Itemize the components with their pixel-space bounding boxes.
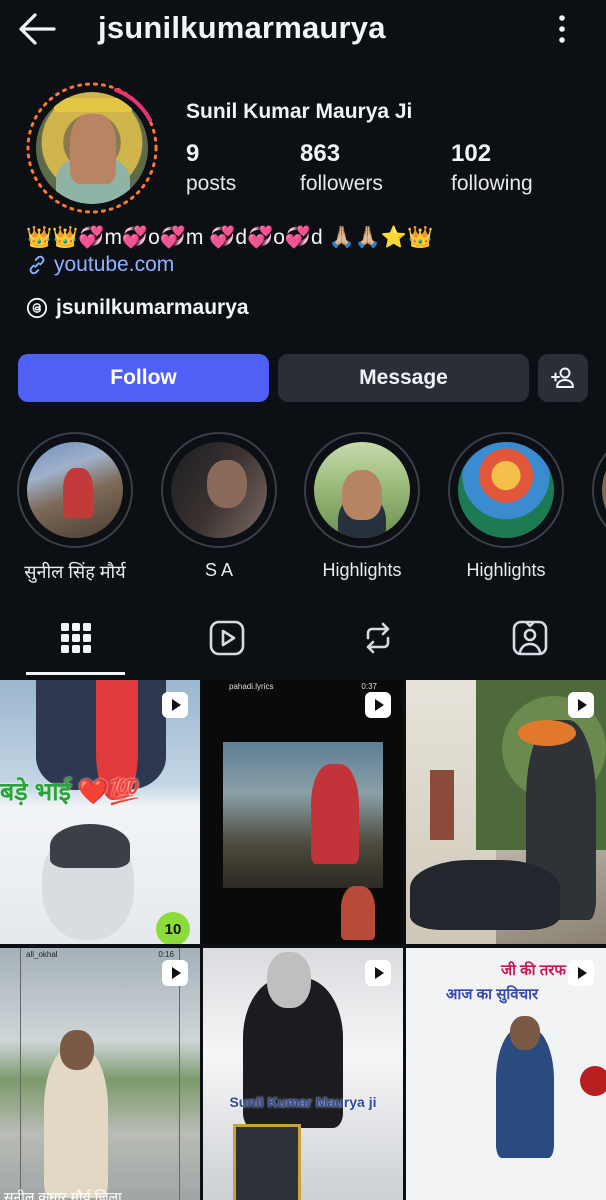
posts-count-label: posts	[186, 172, 237, 195]
highlight-item[interactable]: सु	[585, 432, 606, 584]
reposts-icon[interactable]	[358, 618, 398, 658]
posts-count: 9 posts	[186, 140, 236, 196]
post-caption: जी की तरफ	[500, 962, 566, 979]
profile-username: jsunilkumarmaurya	[98, 10, 386, 45]
highlight-label: सु	[585, 560, 606, 584]
highlight-label: Highlights	[322, 560, 402, 580]
active-tab-indicator	[26, 672, 125, 675]
post-badge: 10	[156, 912, 190, 944]
following-count-value: 102	[451, 140, 492, 167]
posts-grid: बड़े भाई ❤️💯 10 pahadi.lyrics 0:37 all_o…	[0, 680, 606, 1200]
follow-button[interactable]: Follow	[18, 354, 269, 402]
display-name: Sunil Kumar Maurya Ji	[186, 100, 413, 123]
post-thumbnail[interactable]	[406, 680, 606, 944]
post-thumbnail[interactable]: Sunil Kumar Maurya ji	[203, 948, 403, 1200]
grid-icon[interactable]	[56, 618, 96, 658]
followers-count-value: 863	[300, 140, 341, 167]
reel-icon	[568, 960, 594, 986]
top-bar: jsunilkumarmaurya	[0, 0, 606, 60]
reel-icon	[365, 692, 391, 718]
post-meta: pahadi.lyrics	[229, 682, 274, 691]
profile-link-text: youtube.com	[54, 253, 175, 276]
reel-icon	[162, 692, 188, 718]
post-thumbnail[interactable]: बड़े भाई ❤️💯 10	[0, 680, 200, 944]
tagged-icon[interactable]	[510, 618, 550, 658]
profile-bio: 👑👑💞m💞o💞m 💞d💞o💞d 🙏🏼🙏🏼⭐👑	[26, 226, 434, 249]
post-duration: 0:16	[158, 950, 174, 959]
highlight-item[interactable]: सुनील सिंह मौर्य	[10, 432, 140, 584]
profile-page: jsunilkumarmaurya Sunil Kumar Maurya Ji …	[0, 0, 606, 1200]
post-meta: all_okhal	[26, 950, 58, 959]
suggested-people-button[interactable]	[538, 354, 588, 402]
highlight-cover	[27, 442, 123, 538]
reel-icon	[568, 692, 594, 718]
highlight-label: Highlights	[466, 560, 546, 580]
followers-count[interactable]: 863 followers	[300, 140, 383, 196]
add-person-icon	[551, 367, 574, 388]
avatar-image	[36, 92, 148, 204]
following-count-label: following	[451, 172, 533, 195]
highlight-cover	[314, 442, 410, 538]
profile-avatar[interactable]	[24, 80, 160, 216]
threads-handle: jsunilkumarmaurya	[56, 296, 249, 319]
post-caption: आज का सुविचार	[446, 986, 539, 1003]
highlight-item[interactable]: S A	[154, 432, 284, 581]
following-count[interactable]: 102 following	[451, 140, 533, 196]
post-caption: बड़े भाई ❤️💯	[0, 778, 141, 806]
posts-count-value: 9	[186, 140, 200, 167]
profile-link[interactable]: youtube.com	[26, 253, 174, 277]
highlight-cover	[458, 442, 554, 538]
reel-icon	[365, 960, 391, 986]
link-icon	[29, 255, 45, 275]
highlight-item[interactable]: Highlights	[297, 432, 427, 581]
back-arrow-icon[interactable]	[18, 12, 56, 46]
reel-icon	[162, 960, 188, 986]
message-button[interactable]: Message	[278, 354, 529, 402]
post-thumbnail[interactable]: जी की तरफ आज का सुविचार	[406, 948, 606, 1200]
post-caption: Sunil Kumar Maurya ji	[229, 1094, 377, 1110]
threads-icon	[26, 297, 48, 319]
post-caption: सुनील कुमार मौर्य जिला	[4, 1189, 122, 1200]
post-duration: 0:37	[361, 682, 377, 691]
profile-tabs	[0, 604, 606, 676]
highlight-item[interactable]: Highlights	[441, 432, 571, 581]
more-options-icon[interactable]	[556, 14, 568, 44]
threads-badge[interactable]: jsunilkumarmaurya	[26, 296, 249, 320]
post-thumbnail[interactable]: all_okhal 0:16 सुनील कुमार मौर्य जिला	[0, 948, 200, 1200]
highlight-cover	[602, 442, 606, 538]
reels-icon[interactable]	[207, 618, 247, 658]
highlight-label: S A	[204, 560, 234, 580]
post-thumbnail[interactable]: pahadi.lyrics 0:37	[203, 680, 403, 944]
highlight-cover	[171, 442, 267, 538]
followers-count-label: followers	[300, 172, 383, 195]
highlight-label: सुनील सिंह मौर्य	[24, 562, 126, 582]
